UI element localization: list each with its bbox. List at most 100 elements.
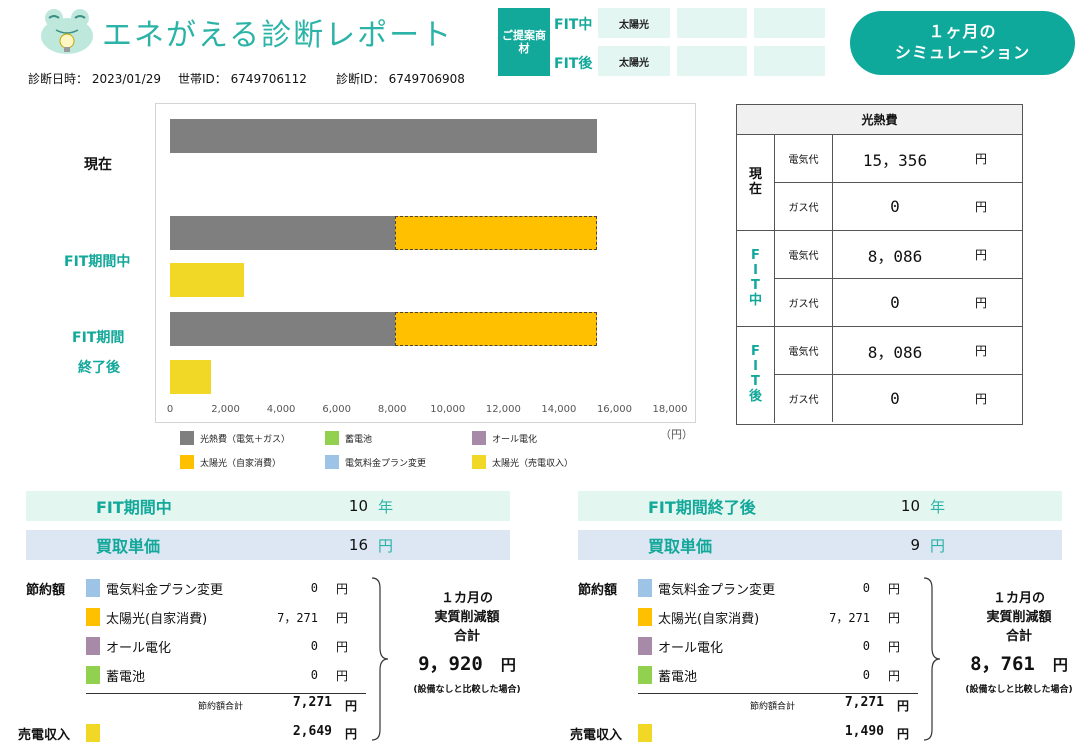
savings-row: 蓄電池 0 円 (638, 664, 918, 686)
total-reduction-unit: 円 (1052, 655, 1068, 674)
row-label-current: 現在 (84, 157, 112, 173)
legend-item: 光熱費（電気＋ガス） (180, 431, 290, 445)
bar-utility-cost (170, 312, 395, 346)
x-tick-label: 18,000 (652, 404, 688, 415)
sales-income-value: 1,490 (844, 724, 884, 739)
savings-unit: 円 (888, 668, 901, 683)
sum-divider (86, 693, 366, 694)
gas-cost-unit: 円 (974, 296, 987, 310)
savings-swatch (638, 579, 652, 597)
cost-group-label: F I T 中 (737, 231, 775, 327)
electric-cost-unit: 円 (974, 344, 987, 358)
savings-value: 0 (310, 639, 318, 653)
savings-swatch (86, 637, 100, 655)
purchase-price-unit: 円 (930, 536, 946, 555)
proposal-cell (754, 8, 825, 38)
bar-solar-sales (170, 263, 244, 297)
total-reduction-amount: 8，761 円 (948, 649, 1090, 676)
row-label-fit-after-2: 終了後 (78, 360, 120, 376)
legend-item: 電気料金プラン変更 (325, 455, 426, 469)
electric-cost-label: 電気代 (775, 135, 833, 182)
sum-divider (638, 693, 918, 694)
sales-swatch (638, 724, 652, 742)
bar-solar-self-consumption (394, 216, 597, 250)
cost-group: F I T 中電気代 8，086 円ガス代 0 円 (737, 231, 1022, 327)
sales-income-unit: 円 (897, 727, 910, 741)
legend-label: 電気料金プラン変更 (345, 458, 427, 469)
legend-label: 蓄電池 (345, 434, 373, 445)
savings-row: オール電化 0 円 (638, 635, 918, 657)
electric-cost-value: 15，356 (862, 150, 928, 170)
savings-row: 電気料金プラン変更 0 円 (86, 577, 366, 599)
savings-row: 蓄電池 0 円 (86, 664, 366, 686)
electric-cost-row: 電気代 15，356 円 (775, 135, 1022, 183)
savings-sum-label: 節約額合計 (198, 702, 244, 712)
savings-name: 蓄電池 (658, 669, 698, 685)
x-tick-label: 12,000 (485, 404, 521, 415)
total-reduction-value: 8，761 (970, 652, 1035, 675)
legend-swatch (180, 455, 194, 469)
total-reduction-amount: 9，920 円 (396, 649, 538, 676)
simulation-button[interactable]: １ヶ月の シミュレーション (850, 11, 1075, 75)
legend-swatch (180, 431, 194, 445)
gas-cost-value: 0 (890, 293, 900, 312)
savings-name: 電気料金プラン変更 (106, 582, 224, 598)
gas-cost-value: 0 (890, 389, 900, 408)
app-title: エネがえる診断レポート (102, 18, 454, 53)
proposal-cell (677, 8, 747, 38)
legend-swatch (472, 431, 486, 445)
savings-row: 太陽光(自家消費) 7，271 円 (86, 606, 366, 628)
savings-name: 太陽光(自家消費) (106, 611, 208, 627)
savings-swatch (86, 579, 100, 597)
period-value: 10 (348, 497, 368, 515)
electric-cost-row: 電気代 8，086 円 (775, 327, 1022, 375)
legend-swatch (325, 431, 339, 445)
electric-cost-unit: 円 (974, 248, 987, 262)
proposal-label: ご提案商材 (498, 8, 550, 76)
cost-group-label: F I T 後 (737, 327, 775, 423)
total-reduction-note: (設備なしと比較した場合) (965, 684, 1073, 695)
savings-value: 0 (310, 668, 318, 682)
period-band: FIT期間中 10 年 (26, 491, 510, 521)
legend-item: 蓄電池 (325, 431, 372, 445)
cost-group-label: 現 在 (737, 135, 775, 231)
electric-cost-value: 8，086 (867, 342, 923, 362)
legend-swatch (472, 455, 486, 469)
diagnosis-id: 診断ID： 6749706908 (336, 72, 465, 86)
proposal-cell: 太陽光 (598, 8, 670, 38)
savings-title: 節約額 (26, 583, 66, 598)
x-tick-label: 10,000 (430, 404, 466, 415)
electric-cost-row: 電気代 8，086 円 (775, 231, 1022, 279)
savings-sum-unit: 円 (345, 699, 358, 713)
electric-cost-unit: 円 (974, 152, 987, 166)
legend-label: 太陽光（売電収入） (492, 458, 574, 469)
bar-utility-cost (170, 216, 395, 250)
savings-unit: 円 (336, 668, 349, 683)
sales-income-unit: 円 (345, 727, 358, 741)
x-tick-label: 14,000 (541, 404, 577, 415)
cost-group: 現 在電気代 15，356 円ガス代 0 円 (737, 135, 1022, 231)
gas-cost-row: ガス代 0 円 (775, 375, 1022, 423)
savings-value: 0 (862, 581, 870, 595)
gas-cost-label: ガス代 (775, 279, 833, 326)
household-id: 世帯ID： 6749706112 (178, 72, 307, 86)
x-tick-label: 0 (166, 404, 174, 415)
proposal-cell (754, 46, 825, 76)
electric-cost-value: 8，086 (867, 246, 923, 266)
period-label: FIT期間中 (96, 498, 172, 517)
period-unit: 年 (930, 497, 946, 516)
sales-income-value: 2,649 (292, 724, 332, 739)
gas-cost-row: ガス代 0 円 (775, 279, 1022, 327)
x-tick-label: 4,000 (266, 404, 296, 415)
purchase-price-band: 買取単価 16 円 (26, 530, 510, 560)
cost-table-title: 光熱費 (737, 105, 1022, 135)
legend-label: オール電化 (492, 434, 538, 445)
cost-group: F I T 後電気代 8，086 円ガス代 0 円 (737, 327, 1022, 423)
x-tick-label: 6,000 (322, 404, 351, 415)
savings-value: 0 (310, 581, 318, 595)
bar-utility-cost (170, 119, 597, 153)
fit-after-label: FIT後 (554, 56, 593, 72)
legend-item: 太陽光（自家消費） (180, 455, 281, 469)
frog-lightbulb-icon (41, 9, 93, 54)
purchase-price-label: 買取単価 (96, 537, 161, 556)
